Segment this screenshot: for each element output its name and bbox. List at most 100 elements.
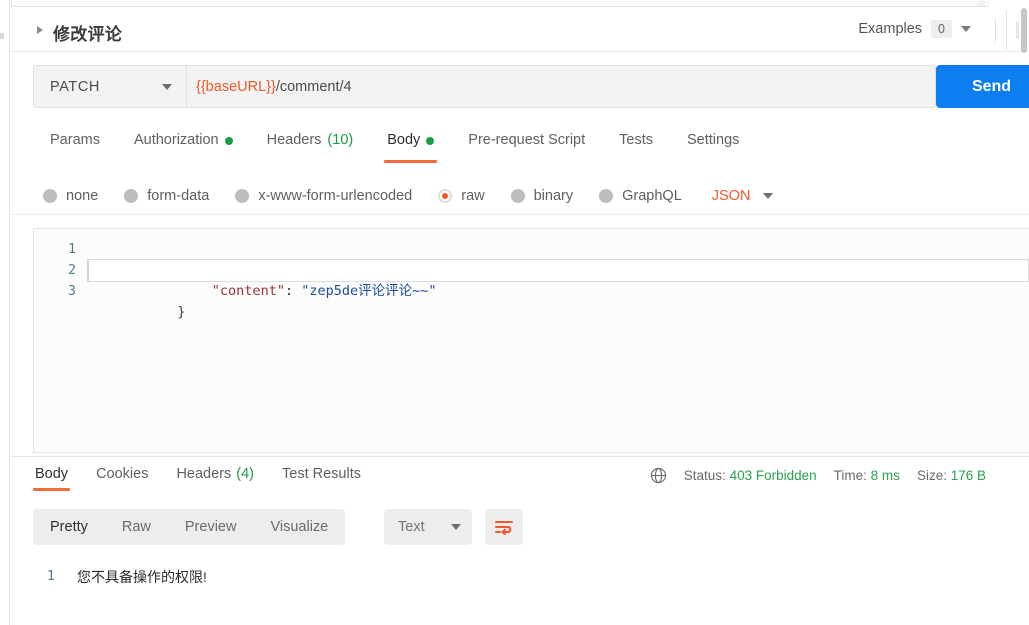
radio-label: x-www-form-urlencoded <box>258 188 413 204</box>
header-overflow-icon[interactable] <box>1016 21 1019 39</box>
code-line-active[interactable]: "content": "zep5de评论评论~~" <box>87 259 1029 299</box>
response-body-text: 您不具备操作的权限! <box>77 569 207 585</box>
response-tab-body[interactable]: Body <box>21 457 82 497</box>
globe-icon <box>650 467 666 484</box>
radio-icon <box>599 189 614 203</box>
status-dot-icon <box>426 137 435 145</box>
word-wrap-toggle[interactable] <box>485 509 523 545</box>
new-tab-button[interactable] <box>977 1 985 6</box>
view-mode-pretty[interactable]: Pretty <box>33 509 105 545</box>
tab-headers[interactable]: Headers (10) <box>250 126 371 171</box>
http-method-label: PATCH <box>50 78 100 95</box>
tab-label: Pre-request Script <box>468 132 586 148</box>
raw-format-select[interactable]: JSON <box>712 188 774 204</box>
tab-params[interactable]: Params <box>33 126 117 171</box>
response-tabs: Body Cookies Headers (4) Test Results <box>21 457 375 497</box>
url-path: /comment/4 <box>275 78 352 95</box>
tab-label: Headers <box>266 132 322 148</box>
radio-label: none <box>66 188 99 204</box>
response-meta: Status: 403 Forbidden Time: 8 ms Size: 1… <box>650 467 986 484</box>
size-group: Size: 176 B <box>917 468 986 483</box>
send-button[interactable]: Send <box>936 65 1029 108</box>
response-tab-cookies[interactable]: Cookies <box>82 457 162 497</box>
line-number: 1 <box>47 569 55 584</box>
tab-pre-request-script[interactable]: Pre-request Script <box>451 126 602 171</box>
examples-control[interactable]: Examples 0 <box>858 20 971 38</box>
radio-icon <box>510 189 525 203</box>
body-type-graphql[interactable]: GraphQL <box>599 188 682 204</box>
http-method-select[interactable]: PATCH <box>33 65 186 108</box>
tab-authorization[interactable]: Authorization <box>117 126 250 171</box>
tab-settings[interactable]: Settings <box>670 126 756 171</box>
radio-label: form-data <box>147 188 210 204</box>
response-format-select[interactable]: Text <box>384 509 472 545</box>
left-gutter-nub <box>0 33 4 39</box>
time-value: 8 ms <box>870 468 900 483</box>
word-wrap-icon <box>495 521 513 535</box>
tab-label: Cookies <box>96 466 149 482</box>
request-header: 修改评论 Examples 0 <box>11 7 1029 52</box>
chevron-down-icon[interactable] <box>451 524 461 530</box>
body-type-binary[interactable]: binary <box>510 188 574 204</box>
main-content: 修改评论 Examples 0 PATCH {{baseURL}}/commen… <box>11 0 1029 625</box>
size-label: Size: <box>916 468 947 483</box>
url-input[interactable]: {{baseURL}}/comment/4 <box>186 65 936 108</box>
tab-label: Params <box>50 132 100 148</box>
radio-icon <box>235 189 250 203</box>
response-body[interactable]: 1 您不具备操作的权限! <box>11 557 1029 625</box>
left-gutter <box>0 0 10 625</box>
examples-count-badge: 0 <box>931 20 952 38</box>
tab-tests[interactable]: Tests <box>602 126 670 171</box>
vertical-scrollbar[interactable] <box>1021 8 1027 53</box>
radio-label: binary <box>533 188 574 204</box>
status-badge: 403 Forbidden <box>729 468 817 483</box>
status-group: Status: 403 Forbidden <box>684 468 817 483</box>
body-type-x-www-form-urlencoded[interactable]: x-www-form-urlencoded <box>235 188 412 204</box>
body-type-form-data[interactable]: form-data <box>124 188 209 204</box>
view-mode-preview[interactable]: Preview <box>168 509 254 545</box>
tab-count: (4) <box>236 466 254 482</box>
header-divider <box>995 19 996 43</box>
request-tabs: Params Authorization Headers (10) Body P… <box>11 126 1029 171</box>
code-token-brace: } <box>177 304 186 320</box>
response-tab-test-results[interactable]: Test Results <box>268 457 375 497</box>
radio-selected-icon <box>438 189 453 203</box>
response-tab-headers[interactable]: Headers (4) <box>162 457 268 497</box>
view-mode-visualize[interactable]: Visualize <box>253 509 345 545</box>
time-label: Time: <box>833 468 867 483</box>
time-group: Time: 8 ms <box>834 468 900 483</box>
tab-count: (10) <box>327 132 354 148</box>
radio-label: raw <box>461 188 485 204</box>
body-type-raw[interactable]: raw <box>438 188 485 204</box>
triangle-right-icon[interactable] <box>37 26 43 34</box>
tab-label: Authorization <box>133 132 219 148</box>
raw-format-label: JSON <box>711 188 751 204</box>
url-variable: {{baseURL}} <box>196 78 276 95</box>
chevron-down-icon[interactable] <box>961 26 971 32</box>
examples-label: Examples <box>858 21 923 37</box>
tab-label: Body <box>35 466 69 482</box>
body-type-row: none form-data x-www-form-urlencoded raw… <box>11 178 1029 215</box>
url-bar-row: PATCH {{baseURL}}/comment/4 Send <box>11 52 1029 120</box>
response-view-modes: Pretty Raw Preview Visualize <box>33 509 346 545</box>
radio-icon <box>43 189 57 203</box>
view-mode-raw[interactable]: Raw <box>105 509 168 545</box>
status-dot-icon <box>224 137 233 145</box>
radio-icon <box>124 189 139 203</box>
tab-body[interactable]: Body <box>370 126 451 171</box>
request-body-editor[interactable]: 1 2 3 { "content": "zep5de评论评论~~" } <box>33 228 1029 453</box>
right-divider <box>1006 10 1007 50</box>
response-format-label: Text <box>398 519 425 535</box>
chevron-down-icon[interactable] <box>162 83 172 90</box>
editor-gutter: 1 2 3 <box>34 229 87 452</box>
status-label: Status: <box>683 468 726 483</box>
code-line[interactable]: { <box>87 239 1029 278</box>
chevron-down-icon[interactable] <box>763 193 774 199</box>
page-title: 修改评论 <box>53 25 123 44</box>
code-line[interactable]: } <box>87 281 1029 320</box>
body-type-none[interactable]: none <box>43 188 98 204</box>
editor-code-area[interactable]: { "content": "zep5de评论评论~~" } <box>87 229 1029 452</box>
tab-label: Settings <box>686 132 740 148</box>
line-number: 1 <box>68 242 76 257</box>
workspace-tab-strip[interactable] <box>11 0 988 7</box>
